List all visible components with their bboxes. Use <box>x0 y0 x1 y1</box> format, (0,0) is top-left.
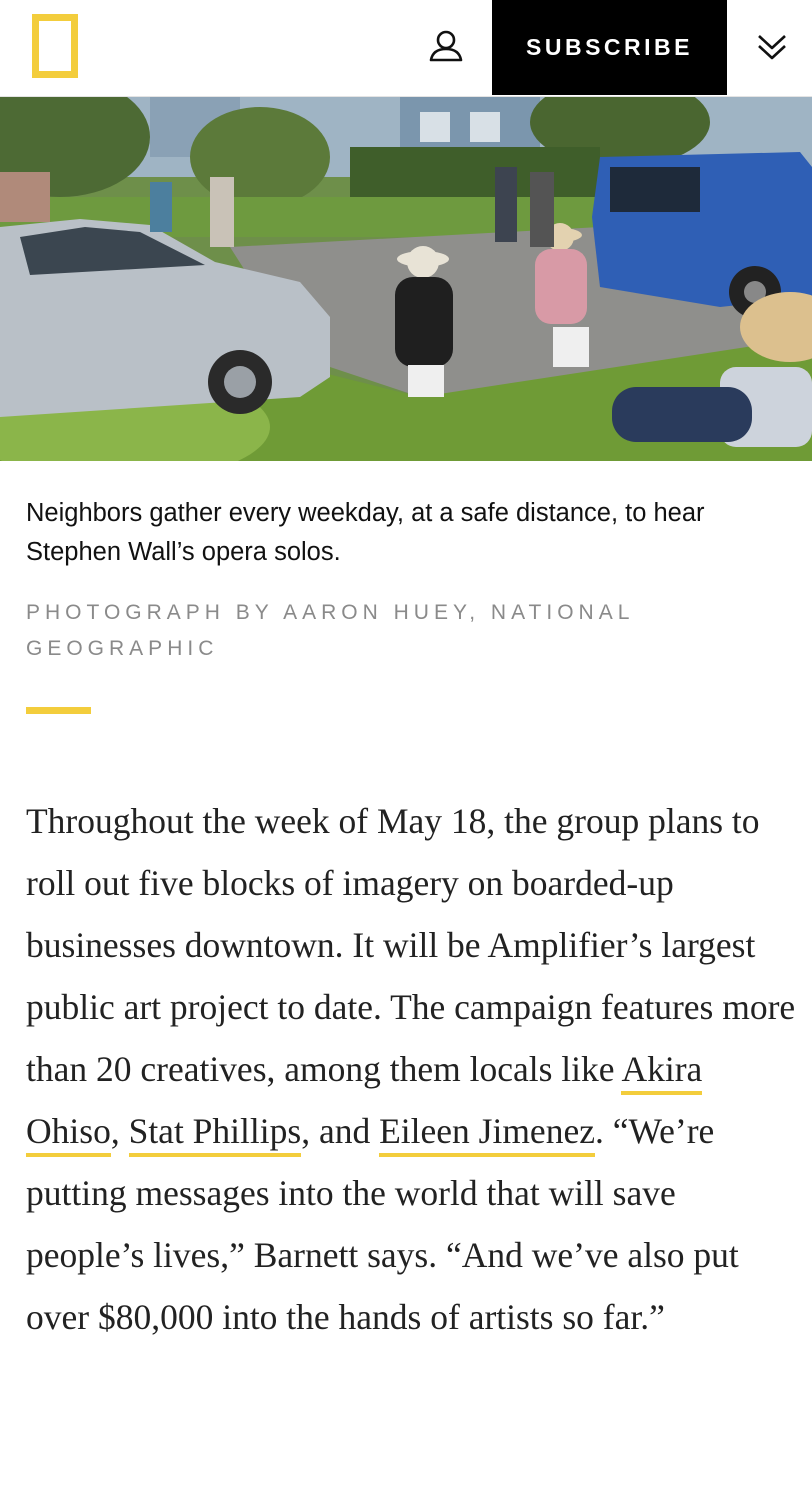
photo-credit: PHOTOGRAPH BY AARON HUEY, NATIONAL GEOGR… <box>26 601 634 660</box>
article-paragraph: Throughout the week of May 18, the group… <box>26 790 796 1348</box>
section-divider <box>26 707 91 714</box>
paragraph-text: Throughout the week of May 18, the group… <box>26 801 796 1089</box>
link-stat-phillips[interactable]: Stat Phillips <box>128 1111 302 1157</box>
user-account-icon[interactable] <box>426 26 466 66</box>
photo-caption: Neighbors gather every weekday, at a saf… <box>26 499 705 566</box>
article-photo <box>0 97 812 461</box>
separator-text: , <box>110 1111 129 1151</box>
link-eileen-jimenez[interactable]: Eileen Jimenez <box>379 1111 595 1157</box>
subscribe-button[interactable]: SUBSCRIBE <box>492 0 727 95</box>
site-header: SUBSCRIBE <box>0 0 812 97</box>
nat-geo-logo-icon[interactable] <box>32 14 78 78</box>
separator-text: , and <box>301 1111 380 1151</box>
double-chevron-down-icon[interactable] <box>752 26 792 66</box>
neighborhood-street-photo <box>0 97 812 461</box>
